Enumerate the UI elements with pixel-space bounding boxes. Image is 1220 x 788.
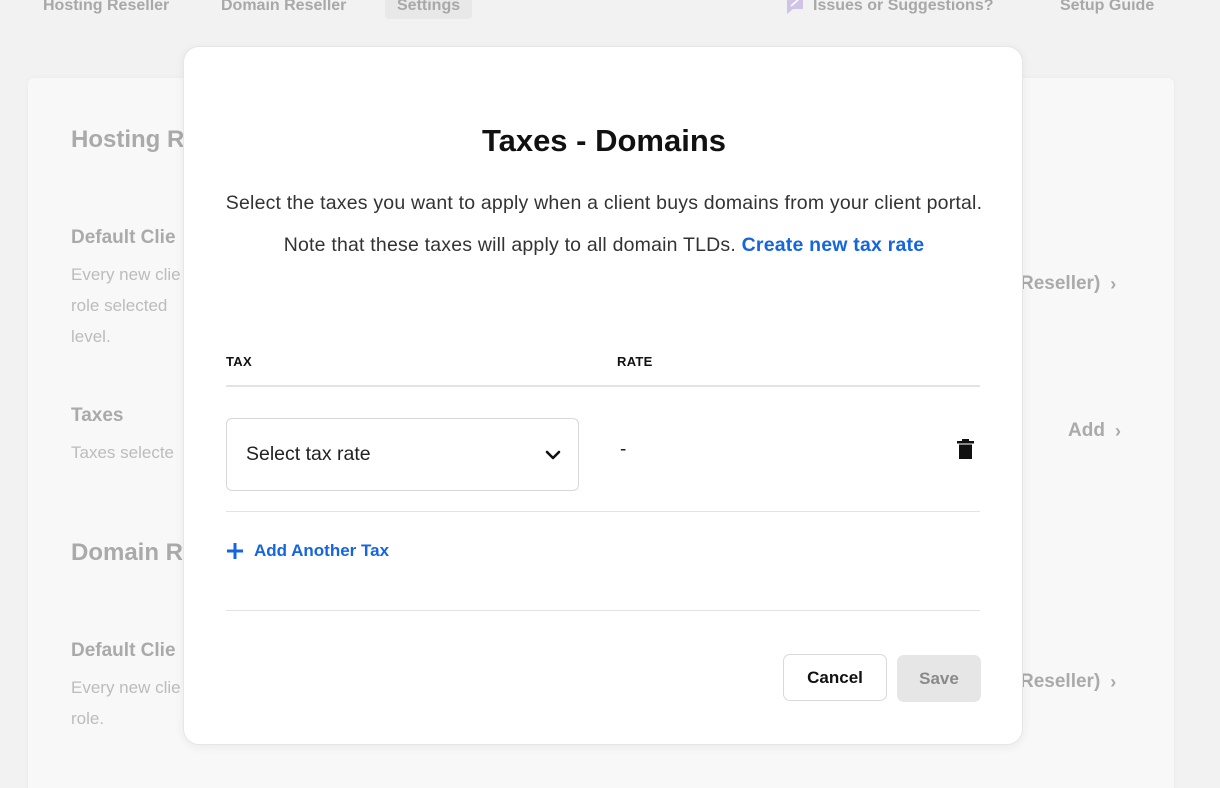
chevron-right-icon: › [1114,420,1121,441]
column-header-rate: RATE [617,354,653,369]
default-client-heading: Default Clie [71,227,176,248]
default-client-role-link[interactable]: Reseller) › [1020,273,1116,295]
trash-icon[interactable] [957,439,974,459]
chevron-right-icon: › [1110,671,1117,692]
taxes-heading: Taxes [71,405,124,426]
feedback-icon [787,0,803,14]
domain-default-client-description: Every new clie role. [71,672,181,734]
issues-label: Issues or Suggestions? [813,0,994,14]
nav-domain-reseller[interactable]: Domain Reseller [221,0,346,15]
add-another-tax-label: Add Another Tax [254,541,390,560]
cancel-button[interactable]: Cancel [783,654,887,701]
domain-default-role-link[interactable]: Reseller) › [1020,671,1116,693]
add-tax-row: Add Another Tax [226,513,980,611]
tax-row: Select tax rate - [226,387,980,512]
desc-line: level. [71,327,111,346]
link-label: Reseller) [1020,671,1101,692]
setup-guide-link[interactable]: Setup Guide [1060,0,1154,15]
domain-default-client-heading: Default Clie [71,640,176,661]
link-label: Add [1068,420,1105,441]
top-navigation: Hosting Reseller Domain Reseller Setting… [0,0,1220,30]
modal-title: Taxes - Domains [481,123,727,158]
add-another-tax-button[interactable]: Add Another Tax [226,541,389,561]
select-placeholder: Select tax rate [246,443,371,465]
chevron-right-icon: › [1110,273,1117,294]
create-tax-rate-link[interactable]: Create new tax rate [742,234,925,256]
column-header-tax: TAX [226,354,252,369]
modal-description: Select the taxes you want to apply when … [224,182,984,266]
tax-table-header: TAX RATE [226,353,980,387]
default-client-description: Every new clie role selected level. [71,259,181,352]
tax-rate-value: - [620,439,627,460]
domain-section-heading: Domain R [71,539,184,566]
taxes-description: Taxes selecte [71,443,174,462]
taxes-add-link[interactable]: Add › [1068,420,1121,442]
issues-link[interactable]: Issues or Suggestions? [785,0,993,15]
taxes-domains-modal: Taxes - Domains Select the taxes you wan… [183,46,1023,745]
hosting-section-heading: Hosting R [71,126,185,153]
plus-icon [227,543,243,559]
desc-line: Every new clie [71,678,181,697]
nav-settings[interactable]: Settings [385,0,473,19]
tax-rate-select[interactable]: Select tax rate [226,418,579,491]
desc-line: role selected [71,296,168,315]
save-button[interactable]: Save [897,655,981,702]
link-label: Reseller) [1020,273,1101,294]
desc-line: role. [71,709,105,728]
nav-hosting-reseller[interactable]: Hosting Reseller [43,0,169,15]
desc-line: Every new clie [71,265,181,284]
chevron-down-icon [545,450,561,460]
